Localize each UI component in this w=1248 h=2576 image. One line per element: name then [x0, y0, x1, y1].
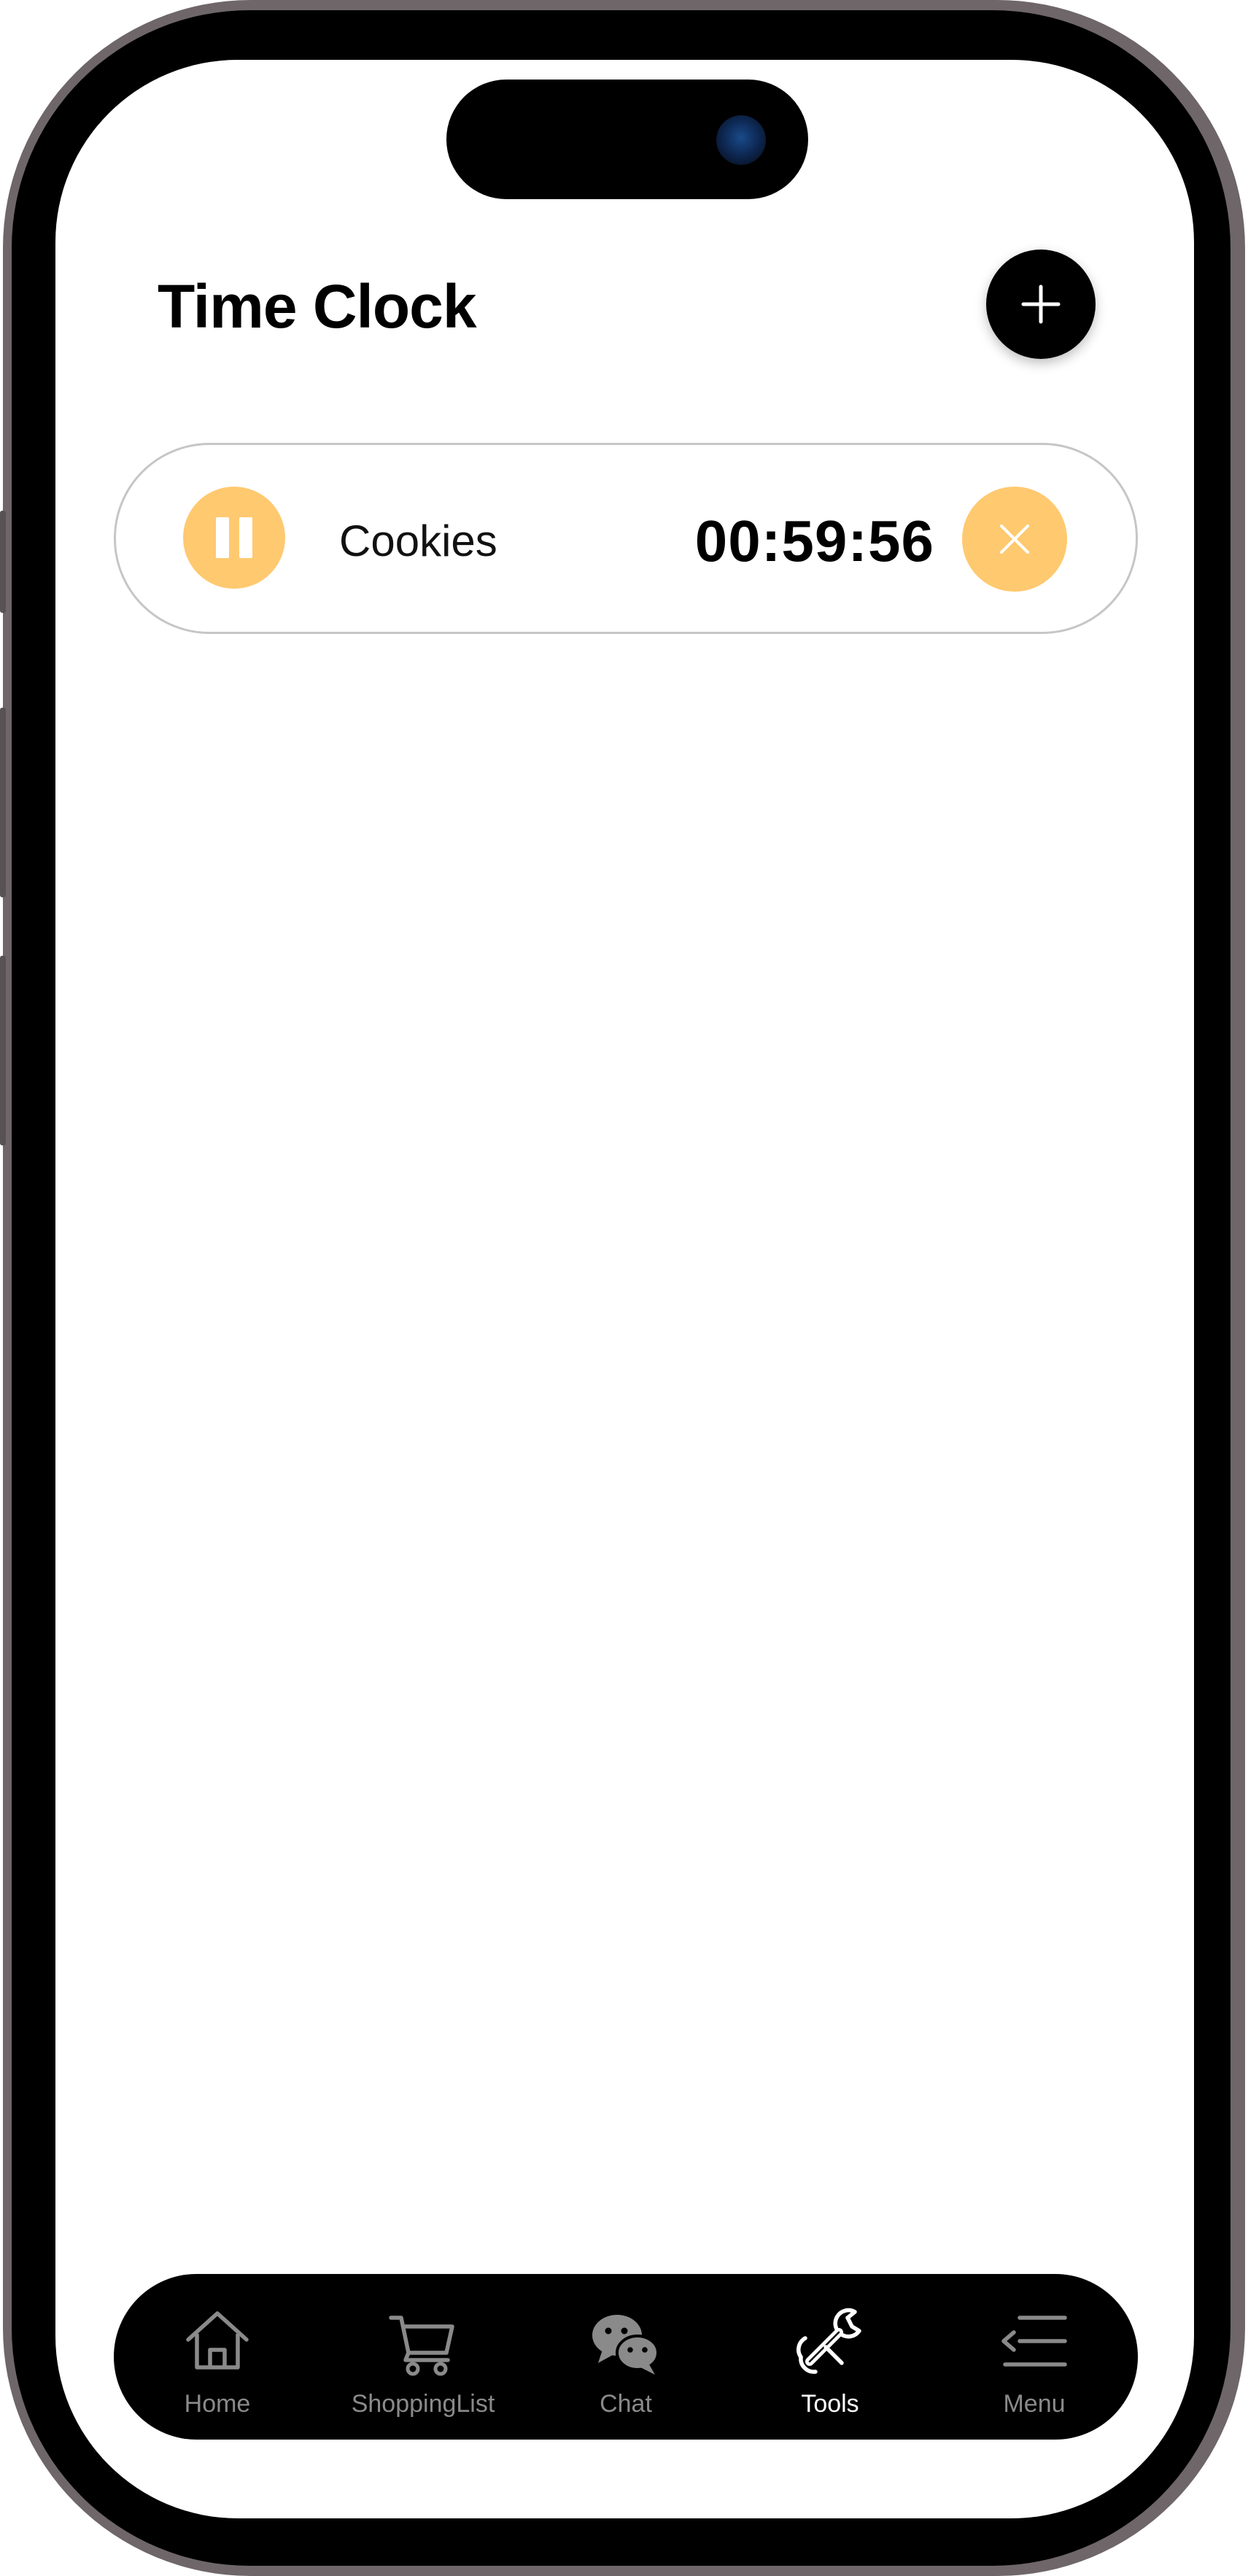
menu-icon: [1001, 2316, 1067, 2367]
add-timer-button[interactable]: [986, 250, 1096, 359]
tab-label: Tools: [801, 2390, 859, 2418]
bottom-tab-bar: Home ShoppingList Chat Tools Menu: [114, 2274, 1138, 2440]
tab-shoppinglist[interactable]: ShoppingList: [336, 2274, 511, 2440]
page-title: Time Clock: [158, 272, 477, 341]
cart-icon: [389, 2316, 454, 2376]
tab-home[interactable]: Home: [130, 2274, 305, 2440]
cancel-timer-button[interactable]: [962, 487, 1067, 592]
tab-chat[interactable]: Chat: [538, 2274, 713, 2440]
timer-countdown: 00:59:56: [694, 508, 934, 573]
tab-menu[interactable]: Menu: [947, 2274, 1122, 2440]
pause-icon: [216, 517, 252, 558]
close-icon: [1000, 525, 1029, 554]
plus-icon: [1021, 285, 1061, 324]
tools-icon: [797, 2308, 861, 2374]
volume-up-button: [0, 708, 6, 897]
action-button: [0, 511, 6, 613]
timer-name: Cookies: [339, 517, 497, 565]
tab-label: Menu: [1003, 2390, 1066, 2418]
app-screen: Time Clock Cookies 00:59:56 Home Shoppin…: [55, 60, 1194, 2518]
volume-down-button: [0, 956, 6, 1145]
pause-button[interactable]: [183, 487, 285, 589]
chat-icon: [592, 2315, 659, 2375]
timer-card: Cookies 00:59:56: [114, 443, 1138, 634]
tab-label: ShoppingList: [351, 2390, 495, 2418]
home-icon: [186, 2311, 249, 2370]
tab-label: Home: [184, 2390, 251, 2418]
tab-label: Chat: [600, 2390, 652, 2418]
tab-tools[interactable]: Tools: [743, 2274, 918, 2440]
front-camera: [716, 115, 766, 165]
